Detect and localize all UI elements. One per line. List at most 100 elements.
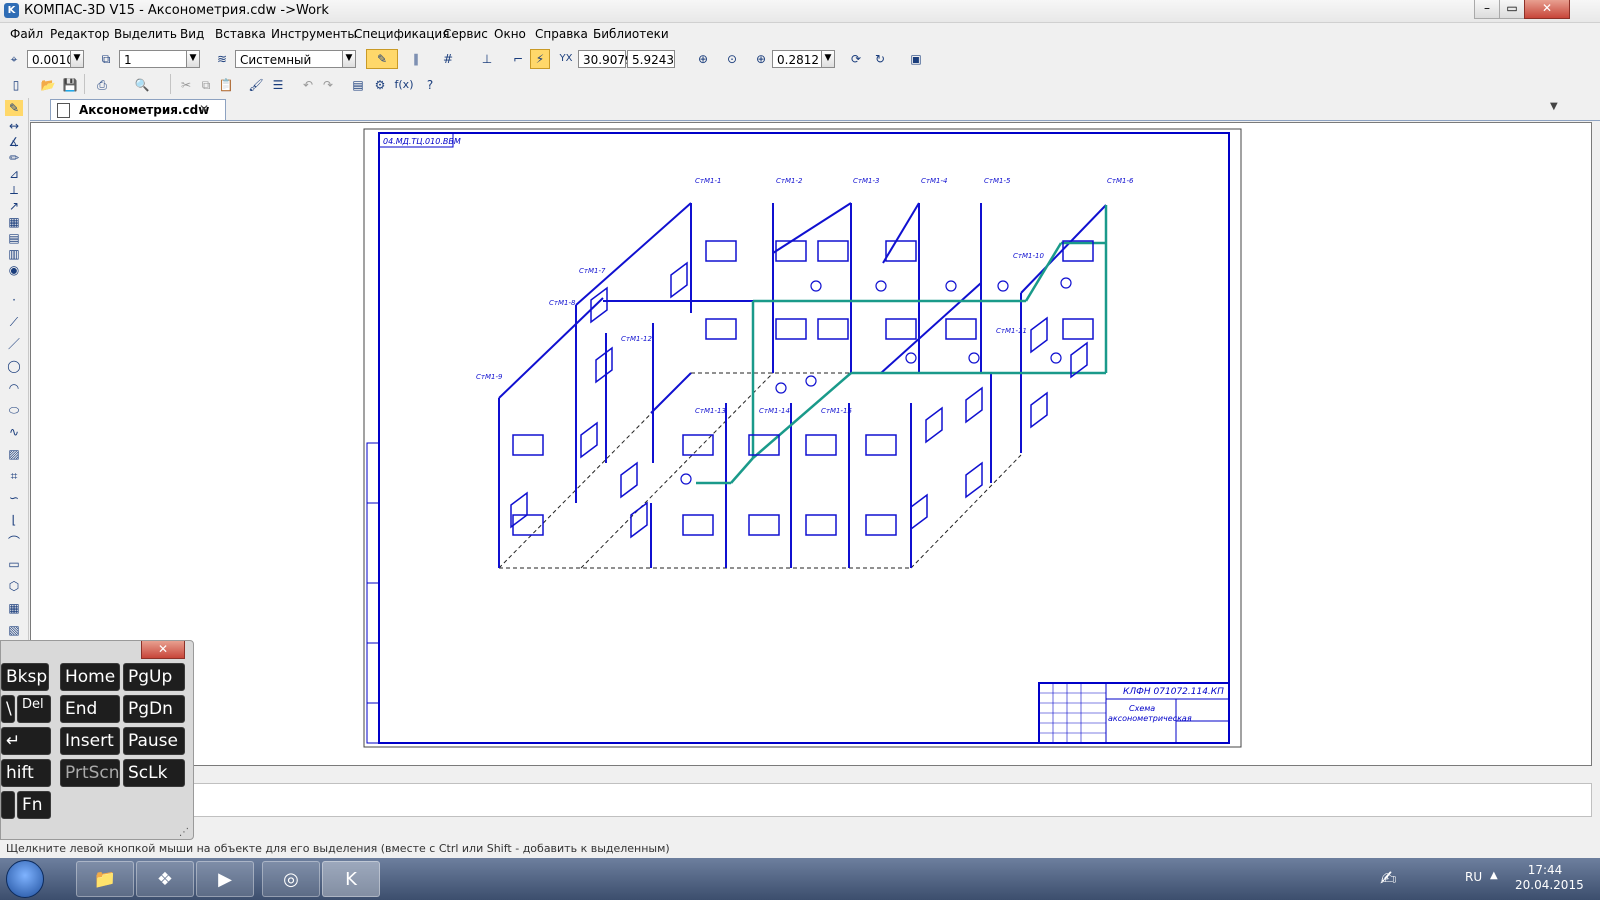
rectangle-icon[interactable]: ▭ bbox=[5, 556, 23, 572]
circle-icon[interactable]: ◯ bbox=[5, 358, 23, 374]
dimensions-icon[interactable]: ↔ bbox=[5, 118, 23, 134]
minimize-button[interactable]: – bbox=[1474, 0, 1500, 19]
layer-field[interactable]: Системный слой (0) bbox=[235, 50, 343, 85]
pen-input-icon[interactable]: ✍ bbox=[1380, 866, 1397, 890]
key-sclk[interactable]: ScLk bbox=[123, 759, 185, 787]
variables-icon[interactable]: ▤ bbox=[348, 75, 368, 95]
zoom-field[interactable]: 0.2812 bbox=[772, 50, 822, 68]
maximize-button[interactable]: ▭ bbox=[1499, 0, 1525, 19]
properties-icon[interactable]: ☰ bbox=[268, 75, 288, 95]
reports-icon[interactable]: ▤ bbox=[5, 230, 23, 246]
tab-axonometry[interactable]: Аксонометрия.cdw ✕ bbox=[50, 99, 226, 120]
cut-icon[interactable]: ✂ bbox=[176, 75, 196, 95]
chrome-icon[interactable]: ◎ bbox=[262, 861, 320, 897]
segment-icon[interactable]: ／ bbox=[5, 336, 23, 352]
key-pgup[interactable]: PgUp bbox=[123, 663, 185, 691]
view-dropdown[interactable]: ▼ bbox=[186, 50, 200, 68]
key-delete[interactable]: Del bbox=[17, 695, 51, 723]
drawing-workspace[interactable]: 04.МД.ТЦ.010.ВВМ КЛФН 071072.114.КП Схем… bbox=[30, 122, 1592, 766]
save-icon[interactable]: 💾 bbox=[60, 75, 80, 95]
close-button[interactable]: ✕ bbox=[1524, 0, 1570, 19]
zoom-dropdown[interactable]: ▼ bbox=[821, 50, 835, 68]
coord-x-field[interactable]: 30.9079 bbox=[578, 50, 633, 68]
geometry-tools-icon[interactable]: ✎ bbox=[5, 100, 23, 116]
spline-icon[interactable]: ∿ bbox=[5, 424, 23, 440]
equidistant-icon[interactable]: ▦ bbox=[5, 600, 23, 616]
key-partial[interactable] bbox=[1, 791, 15, 819]
media-player-icon[interactable]: ▶ bbox=[196, 861, 254, 897]
parametrization-icon[interactable]: ⊿ bbox=[5, 166, 23, 182]
measure-icon[interactable]: ⟂ bbox=[5, 182, 23, 198]
help-icon[interactable]: ? bbox=[420, 75, 440, 95]
grid-icon[interactable]: # bbox=[438, 49, 458, 69]
key-backspace[interactable]: Bksp bbox=[1, 663, 49, 691]
tray-clock[interactable]: 17:44 20.04.2015 bbox=[1515, 863, 1584, 893]
paste-icon[interactable]: 📋 bbox=[216, 75, 236, 95]
key-pause[interactable]: Pause bbox=[123, 727, 185, 755]
polygon-icon[interactable]: ⬡ bbox=[5, 578, 23, 594]
layers-icon[interactable]: ≋ bbox=[212, 49, 232, 69]
preview-icon[interactable]: 🔍 bbox=[132, 75, 152, 95]
menu-help[interactable]: Справка bbox=[535, 27, 588, 41]
menu-window[interactable]: Окно bbox=[494, 27, 526, 41]
tray-expand-icon[interactable]: ▲ bbox=[1490, 870, 1498, 881]
zoom-in-icon[interactable]: ⊕ bbox=[751, 49, 771, 69]
local-cs-icon[interactable]: ⊥ bbox=[477, 49, 497, 69]
layer-dropdown[interactable]: ▼ bbox=[342, 50, 356, 68]
new-document-icon[interactable]: ▯ bbox=[6, 75, 26, 95]
osk-close-button[interactable]: ✕ bbox=[141, 641, 185, 659]
menu-file[interactable]: Файл bbox=[10, 27, 43, 41]
editing-icon[interactable]: ✏ bbox=[5, 150, 23, 166]
redo-icon[interactable]: ↷ bbox=[318, 75, 338, 95]
point-icon[interactable]: · bbox=[5, 292, 23, 308]
curve-icon[interactable]: ∽ bbox=[5, 490, 23, 506]
style-icon[interactable]: ✎ bbox=[366, 49, 398, 69]
print-icon[interactable]: ⎙ bbox=[92, 75, 112, 95]
menu-insert[interactable]: Вставка bbox=[215, 27, 266, 41]
hatch-icon[interactable]: ▨ bbox=[5, 446, 23, 462]
key-home[interactable]: Home bbox=[60, 663, 120, 691]
start-button[interactable] bbox=[6, 860, 44, 898]
menu-select[interactable]: Выделить bbox=[114, 27, 177, 41]
ellipse-icon[interactable]: ⬭ bbox=[5, 402, 23, 418]
kompas-task-icon[interactable]: K bbox=[322, 861, 380, 897]
more-tools-icon[interactable]: ▧ bbox=[5, 622, 23, 638]
symbols-icon[interactable]: ∡ bbox=[5, 134, 23, 150]
resize-grip-icon[interactable]: ⋰ bbox=[179, 827, 189, 838]
key-insert[interactable]: Insert bbox=[60, 727, 120, 755]
command-line-panel[interactable] bbox=[190, 783, 1592, 817]
zoom-window-icon[interactable]: ⊕ bbox=[693, 49, 713, 69]
undo-icon[interactable]: ↶ bbox=[298, 75, 318, 95]
media-center-icon[interactable]: ❖ bbox=[136, 861, 194, 897]
fragments-icon[interactable]: ◉ bbox=[5, 262, 23, 278]
step-field[interactable]: 0.0010 bbox=[27, 50, 74, 68]
tab-list-chevron-icon[interactable]: ▼ bbox=[1550, 101, 1558, 112]
manager-icon[interactable]: ▣ bbox=[906, 49, 926, 69]
menu-libraries[interactable]: Библиотеки bbox=[593, 27, 669, 41]
ortho-icon[interactable]: ⌐ bbox=[508, 49, 528, 69]
key-end[interactable]: End bbox=[60, 695, 120, 723]
open-icon[interactable]: 📂 bbox=[38, 75, 58, 95]
insert-icon[interactable]: ▥ bbox=[5, 246, 23, 262]
key-backslash[interactable]: \ bbox=[1, 695, 15, 723]
coord-y-field[interactable]: 5.9243 bbox=[627, 50, 675, 68]
key-pgdn[interactable]: PgDn bbox=[123, 695, 185, 723]
menu-view[interactable]: Вид bbox=[180, 27, 204, 41]
menu-specification[interactable]: Спецификация bbox=[354, 27, 449, 41]
snap-icon[interactable]: ⌖ bbox=[4, 49, 24, 69]
chamfer-icon[interactable]: ⌊ bbox=[5, 512, 23, 528]
explorer-icon[interactable]: 📁 bbox=[76, 861, 134, 897]
refresh-view-icon[interactable]: ⟳ bbox=[846, 49, 866, 69]
view-number-field[interactable]: 1 bbox=[119, 50, 187, 68]
contour-icon[interactable]: ⌗ bbox=[5, 468, 23, 484]
fillet-icon[interactable]: ⌒ bbox=[5, 534, 23, 550]
menu-tools[interactable]: Инструменты bbox=[271, 27, 357, 41]
menu-service[interactable]: Сервис bbox=[443, 27, 488, 41]
copy-icon[interactable]: ⧉ bbox=[196, 75, 216, 95]
key-fn[interactable]: Fn bbox=[17, 791, 51, 819]
language-indicator[interactable]: RU bbox=[1465, 870, 1482, 884]
library-manager-icon[interactable]: ⚙ bbox=[370, 75, 390, 95]
key-prtscn[interactable]: PrtScn bbox=[60, 759, 120, 787]
select-icon[interactable]: ↗ bbox=[5, 198, 23, 214]
format-painter-icon[interactable]: 🖌 bbox=[246, 75, 266, 95]
